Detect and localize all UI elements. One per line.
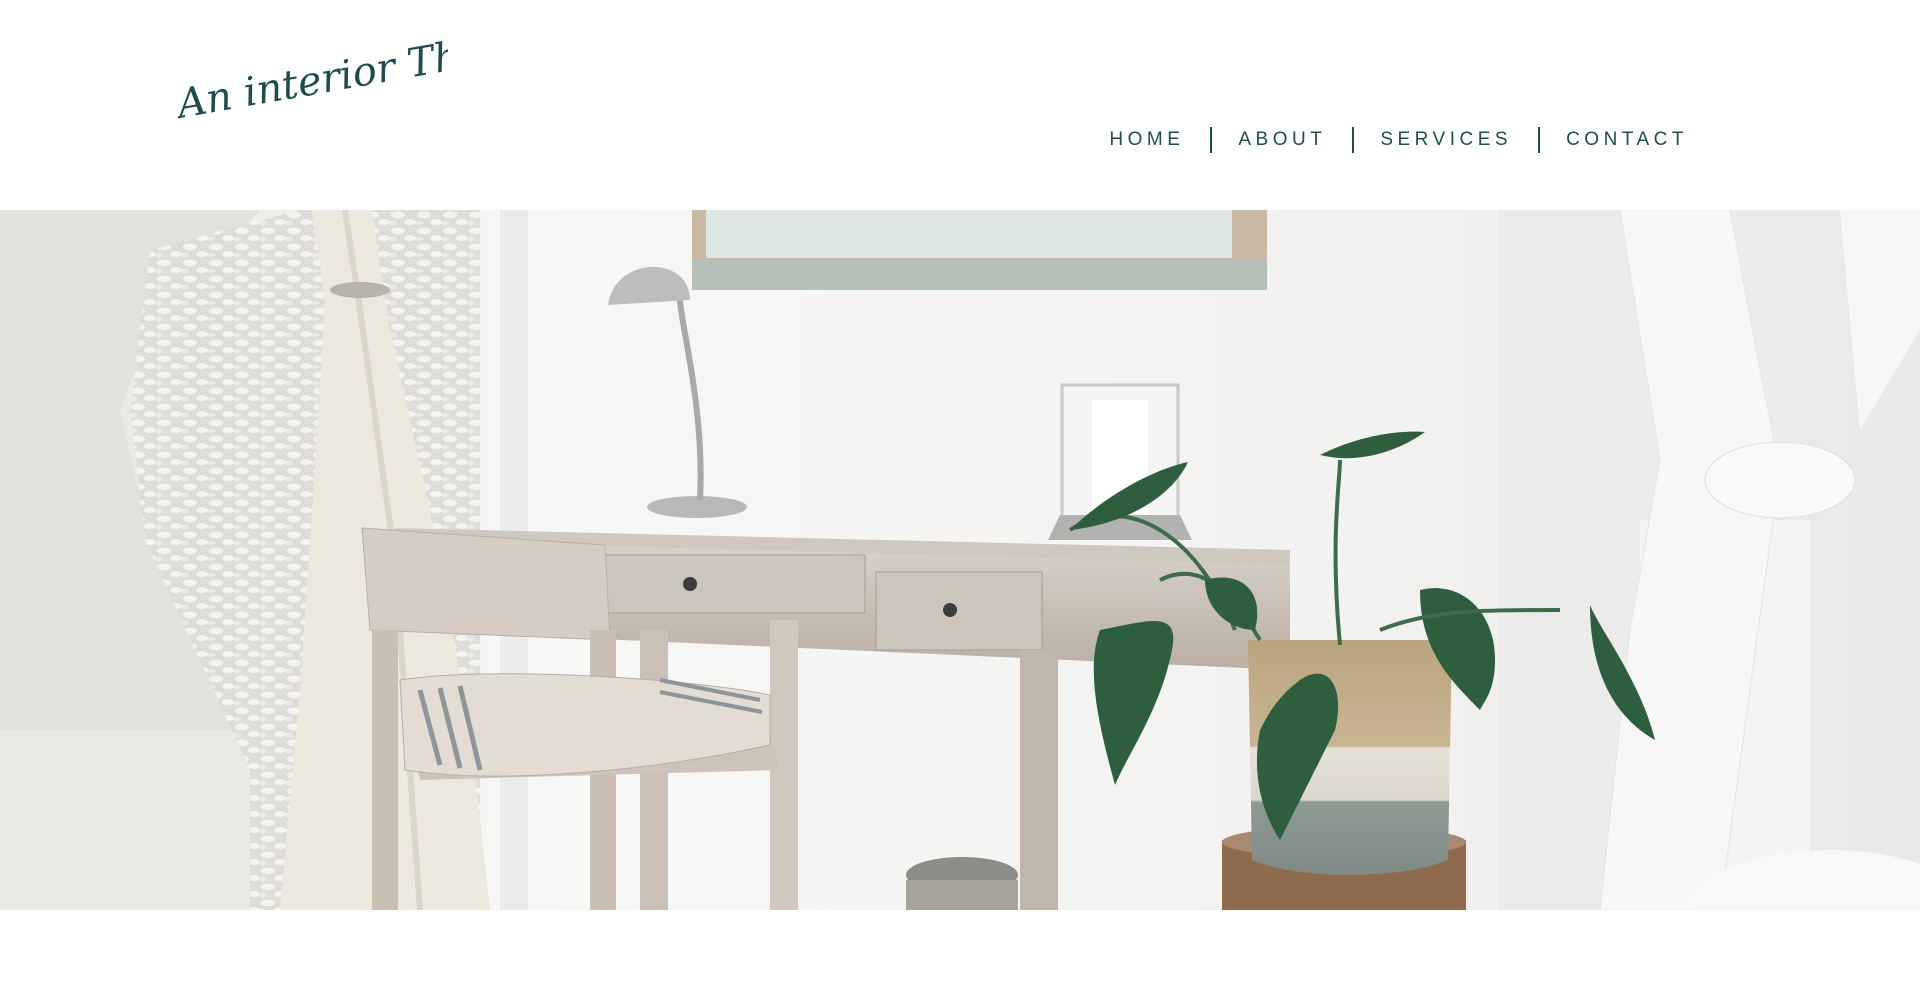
desk-drawer-right: [875, 571, 1043, 651]
logo-script: An interior Thing: [170, 22, 527, 129]
drawer-knob: [683, 577, 697, 591]
logo-text: An interior Thing: [178, 30, 448, 129]
hero-image: [0, 210, 1920, 910]
page-bottom: [0, 910, 1920, 1000]
left-sofa: [0, 730, 250, 910]
desk-drawer-left: [604, 554, 866, 614]
nav-contact-link[interactable]: CONTACT: [1540, 122, 1714, 158]
nav-services-link[interactable]: SERVICES: [1354, 122, 1538, 158]
desk-leg: [1020, 650, 1058, 910]
interior-photo: [0, 210, 1920, 910]
main-nav: HOME ABOUT SERVICES CONTACT: [1083, 122, 1714, 158]
nav-about-link[interactable]: ABOUT: [1212, 122, 1352, 158]
site-header: An interior Thing HOME ABOUT SERVICES CO…: [0, 0, 1920, 210]
chair-back: [361, 527, 611, 641]
curtain-knot: [1704, 441, 1856, 519]
drawer-knob: [943, 603, 957, 617]
nav-home-link[interactable]: HOME: [1083, 122, 1210, 158]
brand-logo[interactable]: An interior Thing: [170, 22, 527, 155]
lamp-base: [647, 496, 747, 518]
chair-leg: [372, 630, 398, 910]
picture-art: [706, 210, 1232, 258]
curtain-tie: [330, 282, 390, 298]
